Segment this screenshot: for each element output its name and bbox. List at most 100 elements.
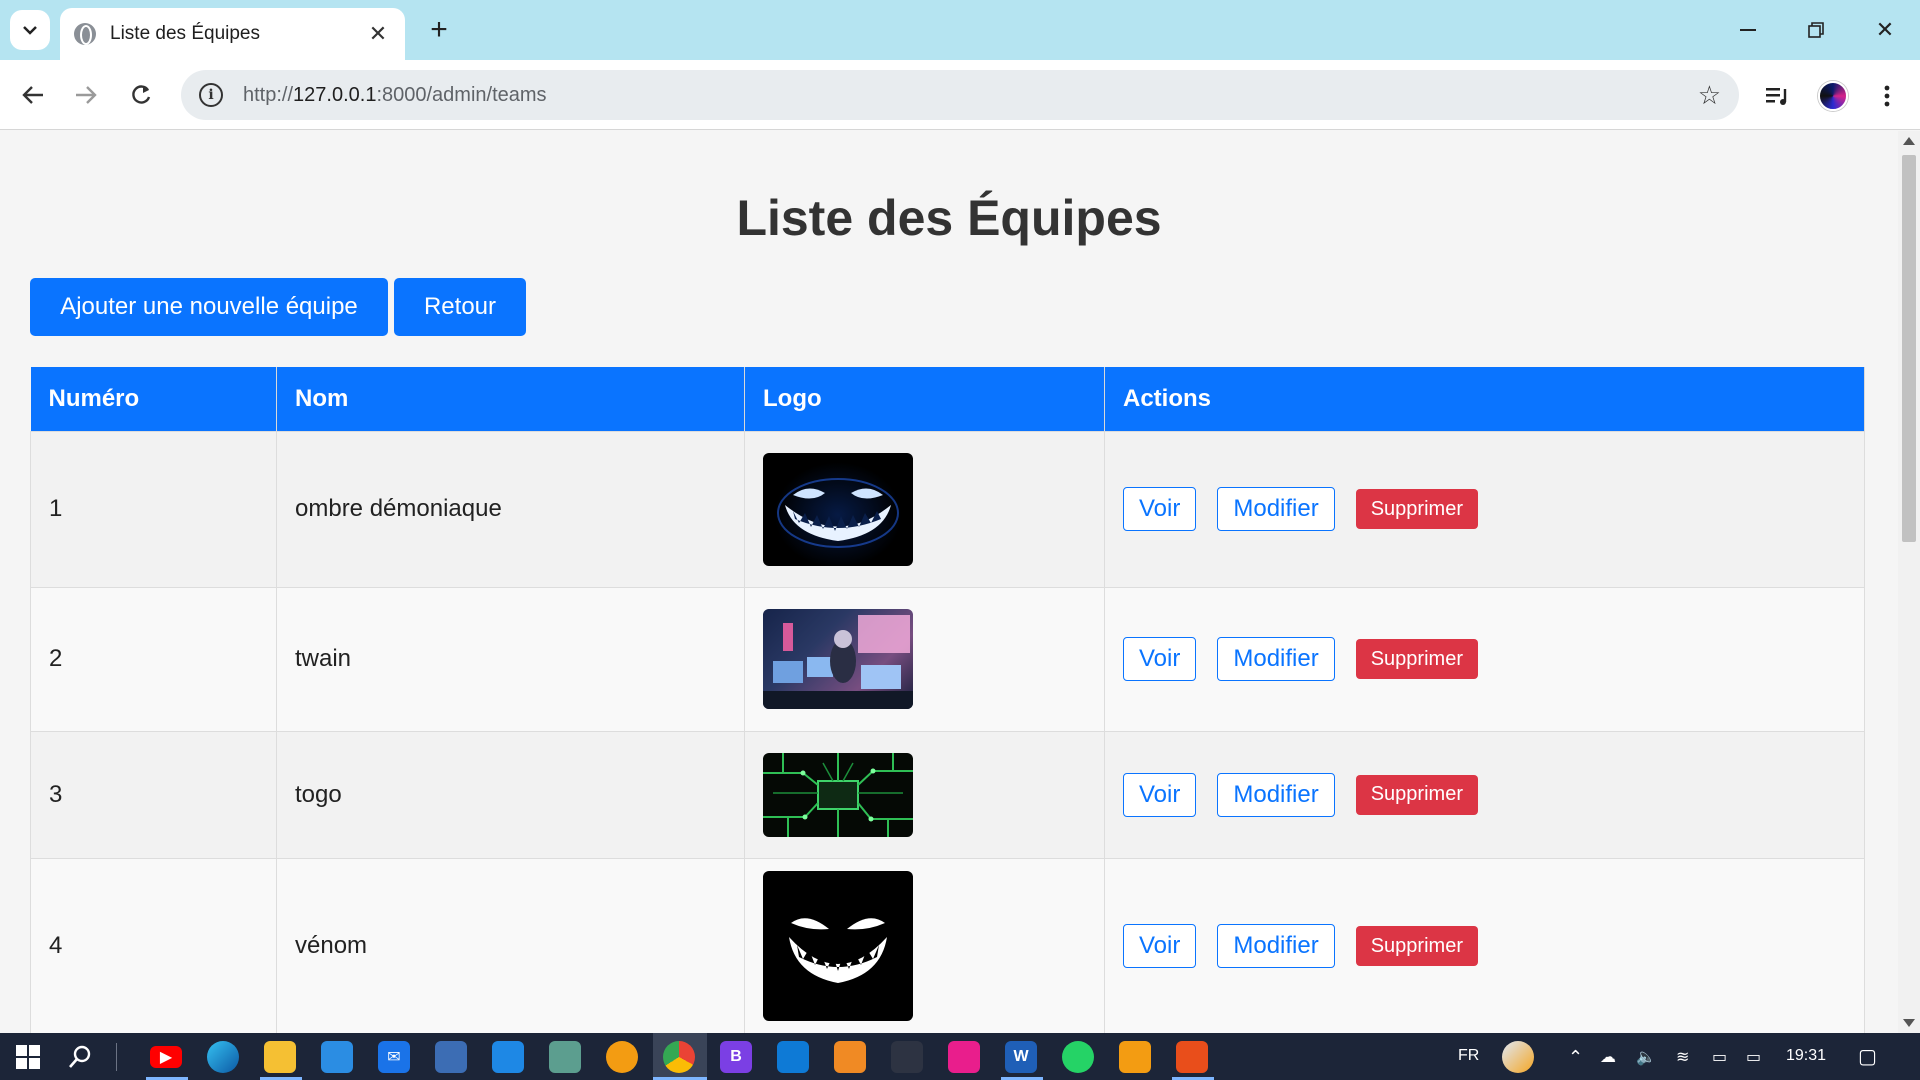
view-button[interactable]: Voir xyxy=(1123,772,1197,817)
forward-arrow-icon[interactable] xyxy=(67,76,105,114)
address-bar[interactable]: i http://127.0.0.1:8000/admin/teams ☆ xyxy=(181,70,1739,120)
edit-button[interactable]: Modifier xyxy=(1217,772,1335,817)
cell-numero: 3 xyxy=(30,730,277,859)
page-scrollbar[interactable] xyxy=(1898,131,1920,1033)
bookmark-star-icon[interactable]: ☆ xyxy=(1698,80,1721,111)
cell-logo xyxy=(744,430,1105,588)
volume-icon[interactable]: 🔈 xyxy=(1636,1047,1656,1067)
reload-icon[interactable] xyxy=(122,76,160,114)
wifi-icon[interactable]: ≋ xyxy=(1676,1047,1689,1067)
view-button[interactable]: Voir xyxy=(1123,637,1197,681)
notification-icon[interactable]: ▢ xyxy=(1858,1044,1877,1069)
chrome-icon[interactable] xyxy=(663,1041,695,1073)
vscode-icon[interactable] xyxy=(777,1041,809,1073)
cell-logo xyxy=(744,857,1105,1033)
whatsapp-icon[interactable] xyxy=(1062,1041,1094,1073)
teams-table: Numéro Nom Logo Actions 1 ombre démoniaq… xyxy=(30,367,1865,1033)
app-icon[interactable] xyxy=(1176,1041,1208,1073)
delete-button[interactable]: Supprimer xyxy=(1355,774,1478,815)
cell-numero: 4 xyxy=(30,857,277,1033)
edit-button[interactable]: Modifier xyxy=(1217,637,1335,681)
youtube-icon[interactable]: ▶ xyxy=(150,1046,182,1068)
add-team-button[interactable]: Ajouter une nouvelle équipe xyxy=(30,278,388,336)
header-nom: Nom xyxy=(276,367,745,431)
sublime-icon[interactable] xyxy=(1119,1041,1151,1073)
cell-nom: ombre démoniaque xyxy=(276,430,745,588)
cell-nom: vénom xyxy=(276,857,745,1033)
close-window-icon[interactable]: ✕ xyxy=(1860,12,1910,48)
edge-icon[interactable] xyxy=(207,1041,239,1073)
taskbar-divider xyxy=(116,1043,117,1071)
search-icon[interactable] xyxy=(64,1041,96,1073)
table-row: 1 ombre démoniaque Voir Modifier Supprim… xyxy=(30,430,1865,588)
battery-icon[interactable]: ▭ xyxy=(1746,1047,1761,1067)
kebab-menu-icon[interactable] xyxy=(1867,76,1907,116)
scroll-up-arrow-icon[interactable] xyxy=(1903,137,1915,145)
page-title: Liste des Équipes xyxy=(736,190,1162,246)
page-content: Liste des Équipes Ajouter une nouvelle é… xyxy=(0,131,1898,1033)
cell-actions: Voir Modifier Supprimer xyxy=(1104,730,1865,859)
view-button[interactable]: Voir xyxy=(1123,487,1197,531)
table-header-row: Numéro Nom Logo Actions xyxy=(30,367,1865,431)
circuit-board-logo xyxy=(763,752,913,837)
app-icon[interactable] xyxy=(435,1041,467,1073)
table-row: 3 togo Voir Modifier Supprimer xyxy=(30,730,1865,859)
clock[interactable]: 19:31 xyxy=(1786,1047,1826,1065)
file-explorer-icon[interactable] xyxy=(264,1041,296,1073)
weather-icon[interactable] xyxy=(1502,1041,1534,1073)
view-button[interactable]: Voir xyxy=(1123,924,1197,968)
app-icon[interactable] xyxy=(834,1041,866,1073)
back-button[interactable]: Retour xyxy=(394,278,526,336)
table-row: 4 vénom Voir Modifier Supprimer xyxy=(30,857,1865,1033)
scrollbar-thumb[interactable] xyxy=(1902,155,1916,542)
app-icon[interactable] xyxy=(948,1041,980,1073)
minimize-icon[interactable] xyxy=(1723,12,1773,48)
input-language[interactable]: FR xyxy=(1458,1047,1479,1065)
back-arrow-icon[interactable] xyxy=(14,76,52,114)
cell-logo xyxy=(744,586,1105,732)
cell-nom: twain xyxy=(276,586,745,732)
cell-numero: 1 xyxy=(30,430,277,588)
active-tab[interactable]: Liste des Équipes ✕ xyxy=(60,8,405,60)
globe-icon xyxy=(74,23,96,45)
gamer-room-logo xyxy=(763,609,913,709)
cell-numero: 2 xyxy=(30,586,277,732)
chatgpt-icon[interactable] xyxy=(549,1041,581,1073)
table-row: 2 twain Voir Modifier Supprimer xyxy=(30,586,1865,732)
site-info-icon[interactable]: i xyxy=(199,83,223,107)
microsoft-store-icon[interactable] xyxy=(321,1041,353,1073)
app-icon[interactable] xyxy=(492,1041,524,1073)
profile-avatar[interactable] xyxy=(1813,76,1853,116)
cell-nom: togo xyxy=(276,730,745,859)
scroll-down-arrow-icon[interactable] xyxy=(1903,1019,1915,1027)
meet-now-icon[interactable]: ▭ xyxy=(1712,1047,1727,1067)
url-text[interactable]: http://127.0.0.1:8000/admin/teams xyxy=(243,84,1698,107)
new-tab-plus-icon[interactable]: + xyxy=(424,14,454,46)
chatgpt-icon[interactable] xyxy=(891,1041,923,1073)
bootstrap-icon[interactable]: B xyxy=(720,1041,752,1073)
media-control-icon[interactable] xyxy=(1758,76,1798,116)
mail-icon[interactable]: ✉ xyxy=(378,1041,410,1073)
delete-button[interactable]: Supprimer xyxy=(1355,489,1478,529)
grinning-demon-logo xyxy=(763,452,913,566)
header-numero: Numéro xyxy=(30,367,277,431)
header-actions: Actions xyxy=(1104,367,1865,431)
restore-icon[interactable] xyxy=(1791,12,1841,48)
tab-close-icon[interactable]: ✕ xyxy=(365,21,391,47)
tab-search-button[interactable] xyxy=(10,10,50,50)
cell-logo xyxy=(744,730,1105,859)
venom-grin-logo xyxy=(763,871,913,1021)
chevron-down-icon xyxy=(23,26,37,35)
cell-actions: Voir Modifier Supprimer xyxy=(1104,430,1865,588)
chevron-up-icon[interactable]: ⌃ xyxy=(1568,1047,1583,1068)
windows-start-icon[interactable] xyxy=(12,1041,44,1073)
network-error-icon[interactable]: ☁ xyxy=(1600,1047,1616,1067)
edit-button[interactable]: Modifier xyxy=(1217,924,1335,968)
delete-button[interactable]: Supprimer xyxy=(1355,926,1478,966)
word-icon[interactable]: W xyxy=(1005,1041,1037,1073)
delete-button[interactable]: Supprimer xyxy=(1355,639,1478,679)
tab-title: Liste des Équipes xyxy=(110,23,260,44)
brave-icon[interactable] xyxy=(606,1041,638,1073)
cell-actions: Voir Modifier Supprimer xyxy=(1104,857,1865,1033)
edit-button[interactable]: Modifier xyxy=(1217,487,1335,531)
